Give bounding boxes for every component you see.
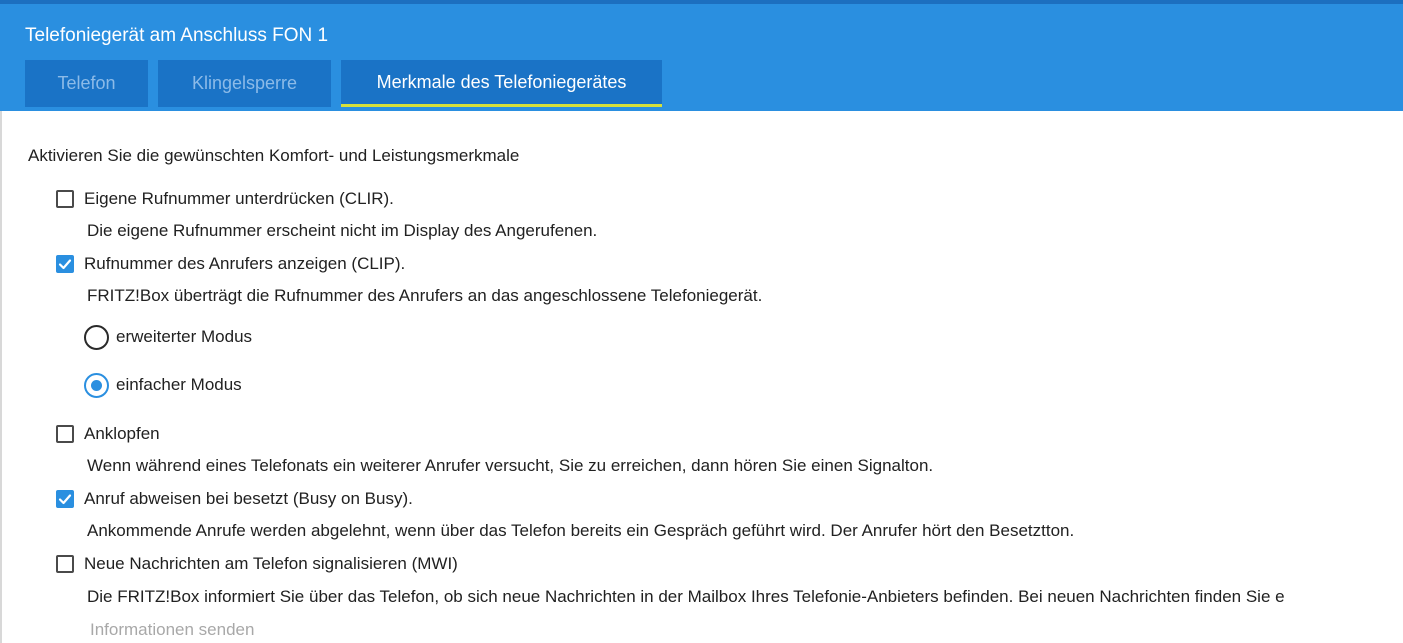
option-label: Anklopfen (84, 424, 160, 443)
checkmark-icon (58, 259, 72, 270)
tab-merkmale[interactable]: Merkmale des Telefoniegerätes (341, 60, 662, 107)
option-label: Eigene Rufnummer unterdrücken (CLIR). (84, 189, 394, 208)
option-label: Neue Nachrichten am Telefon signalisiere… (84, 554, 458, 573)
radio-button[interactable] (84, 372, 109, 398)
option-mwi[interactable]: Neue Nachrichten am Telefon signalisiere… (56, 552, 458, 576)
option-description: Die FRITZ!Box informiert Sie über das Te… (87, 587, 1285, 606)
option-busy-on-busy[interactable]: Anruf abweisen bei besetzt (Busy on Busy… (56, 487, 413, 511)
option-description: FRITZ!Box überträgt die Rufnummer des An… (87, 286, 763, 305)
option-call-waiting[interactable]: Anklopfen (56, 422, 160, 446)
send-info-link: Informationen senden (90, 620, 255, 639)
radio-extended-mode[interactable]: erweiterter Modus (84, 324, 252, 350)
clir-checkbox[interactable] (56, 190, 74, 208)
option-description: Die eigene Rufnummer erscheint nicht im … (87, 221, 598, 240)
option-clir[interactable]: Eigene Rufnummer unterdrücken (CLIR). (56, 187, 394, 211)
intro-text: Aktivieren Sie die gewünschten Komfort- … (28, 146, 520, 165)
checkmark-icon (58, 494, 72, 505)
radio-label: erweiterter Modus (116, 327, 253, 346)
option-description: Wenn während eines Telefonats ein weiter… (87, 456, 934, 475)
radio-label: einfacher Modus (116, 375, 242, 394)
option-label: Anruf abweisen bei besetzt (Busy on Busy… (84, 489, 413, 508)
option-description: Ankommende Anrufe werden abgelehnt, wenn… (87, 521, 1075, 540)
tab-klingelsperre[interactable]: Klingelsperre (158, 60, 331, 107)
busy-on-busy-checkbox[interactable] (56, 490, 74, 508)
option-clip[interactable]: Rufnummer des Anrufers anzeigen (CLIP). (56, 252, 405, 276)
clip-checkbox[interactable] (56, 255, 74, 273)
mwi-checkbox[interactable] (56, 555, 74, 573)
option-label: Rufnummer des Anrufers anzeigen (CLIP). (84, 254, 406, 273)
radio-button[interactable] (84, 324, 109, 350)
call-waiting-checkbox[interactable] (56, 425, 74, 443)
page-title: Telefoniegerät am Anschluss FON 1 (25, 25, 329, 46)
radio-simple-mode[interactable]: einfacher Modus (84, 372, 242, 398)
tab-telefon[interactable]: Telefon (25, 60, 148, 107)
